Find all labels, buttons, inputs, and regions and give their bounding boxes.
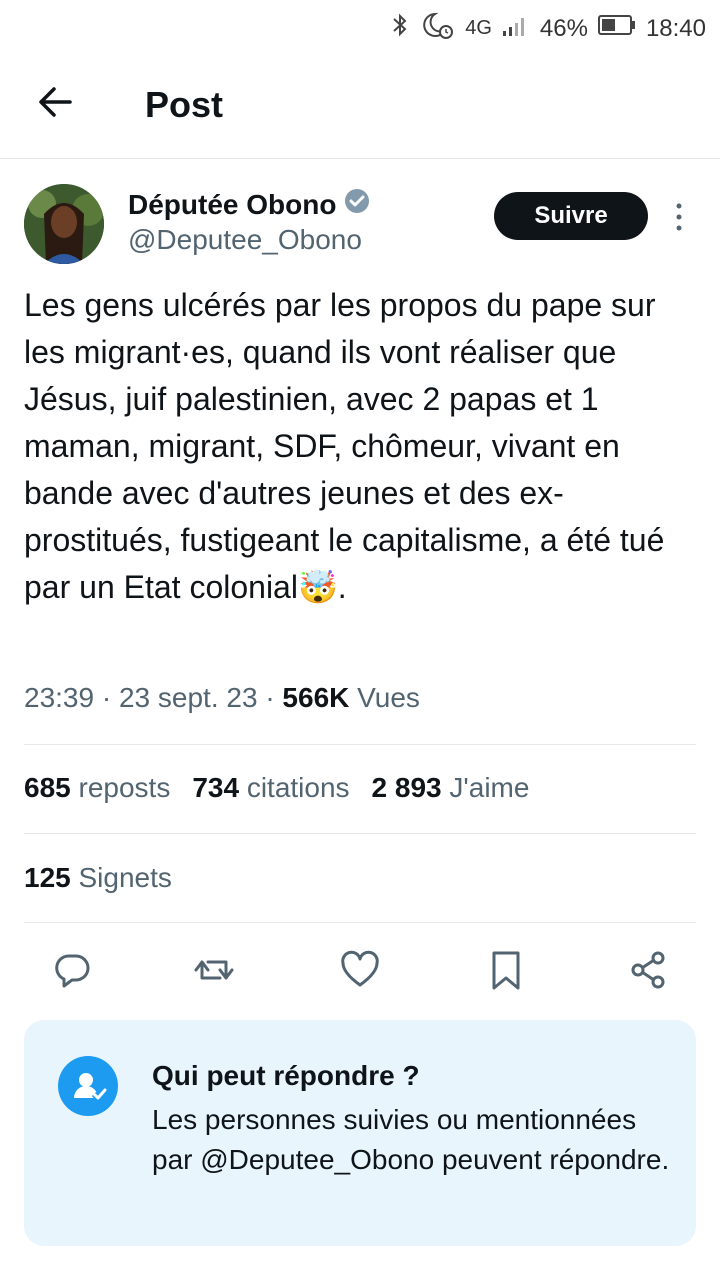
bookmark-icon[interactable] xyxy=(484,948,528,992)
follow-button[interactable]: Suivre xyxy=(494,192,648,240)
divider xyxy=(24,833,696,834)
post-meta: 23:39 · 23 sept. 23 · 566K Vues xyxy=(24,682,420,714)
back-arrow-icon[interactable] xyxy=(36,82,76,122)
status-bar: 4G 46% 18:40 xyxy=(0,0,720,52)
do-not-disturb-alarm-icon xyxy=(421,10,455,47)
author-name[interactable]: Députée Obono xyxy=(128,189,336,221)
clock: 18:40 xyxy=(645,14,706,42)
more-options-icon[interactable] xyxy=(672,202,686,232)
post-date: 23 sept. 23 xyxy=(118,682,258,713)
battery-percent: 46% xyxy=(539,14,588,42)
bluetooth-icon xyxy=(389,11,411,46)
engagement-stats: 685 reposts 734 citations 2 893 J'aime xyxy=(24,772,529,804)
likes-stat[interactable]: 2 893 J'aime xyxy=(372,772,530,804)
quotes-stat[interactable]: 734 citations xyxy=(192,772,349,804)
who-can-reply-card: Qui peut répondre ? Les personnes suivie… xyxy=(24,1020,696,1246)
quotes-label: citations xyxy=(246,772,350,803)
action-bar xyxy=(0,948,720,996)
meta-separator: · xyxy=(101,682,112,713)
battery-icon xyxy=(597,14,636,43)
mentioned-users-icon xyxy=(58,1056,118,1116)
divider xyxy=(24,922,696,923)
reply-card-title: Qui peut répondre ? xyxy=(152,1060,420,1091)
reposts-count: 685 xyxy=(24,772,71,803)
verified-badge-icon xyxy=(344,188,370,221)
post-time: 23:39 xyxy=(24,682,95,713)
bookmarks-label: Signets xyxy=(78,862,172,893)
author-handle[interactable]: @Deputee_Obono xyxy=(128,224,362,256)
meta-separator: · xyxy=(265,682,275,713)
share-icon[interactable] xyxy=(626,948,670,992)
reposts-stat[interactable]: 685 reposts xyxy=(24,772,170,804)
signal-icon xyxy=(502,13,530,44)
author-name-row[interactable]: Députée Obono xyxy=(128,188,370,221)
bookmarks-count: 125 xyxy=(24,862,71,893)
network-type: 4G xyxy=(465,17,492,39)
reply-card-description: Les personnes suivies ou mentionnées par… xyxy=(152,1104,670,1175)
likes-label: J'aime xyxy=(449,772,530,803)
post-text: Les gens ulcérés par les propos du pape … xyxy=(24,287,665,605)
top-bar: Post xyxy=(0,52,720,159)
avatar[interactable] xyxy=(24,184,104,264)
likes-count: 2 893 xyxy=(371,772,442,803)
page-title: Post xyxy=(145,84,224,125)
views-count: 566K xyxy=(282,682,350,713)
reposts-label: reposts xyxy=(78,772,171,803)
views-label: Vues xyxy=(357,682,420,713)
quotes-count: 734 xyxy=(192,772,240,803)
bookmarks-stat: 125 Signets xyxy=(24,862,172,894)
repost-icon[interactable] xyxy=(192,948,236,992)
like-heart-icon[interactable] xyxy=(338,948,382,992)
reply-icon[interactable] xyxy=(50,948,94,992)
divider xyxy=(24,744,696,745)
